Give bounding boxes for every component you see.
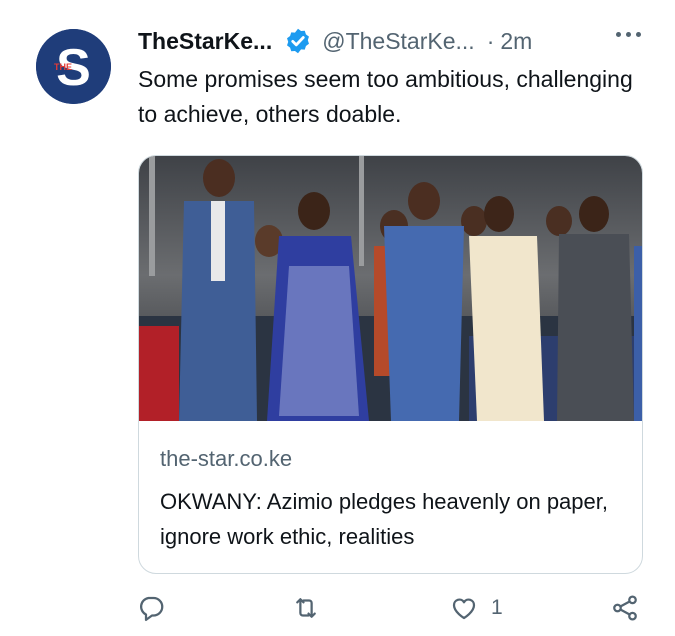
card-image bbox=[139, 156, 642, 421]
more-icon bbox=[616, 32, 621, 37]
tweet-header: TheStarKe... @TheStarKe... · 2m bbox=[138, 24, 651, 58]
like-button[interactable]: 1 bbox=[449, 593, 503, 623]
avatar-small-text: THE bbox=[54, 62, 72, 72]
share-icon bbox=[613, 595, 637, 621]
tweet-text: Some promises seem too ambitious, challe… bbox=[138, 66, 633, 127]
display-name[interactable]: TheStarKe... bbox=[138, 28, 272, 55]
retweet-button[interactable] bbox=[291, 593, 333, 623]
thestar-logo: S THE bbox=[36, 29, 111, 104]
avatar[interactable]: S THE bbox=[36, 29, 111, 104]
retweet-icon bbox=[296, 598, 316, 618]
link-card[interactable]: the-star.co.ke OKWANY: Azimio pledges he… bbox=[138, 155, 643, 574]
separator-dot: · bbox=[486, 27, 495, 54]
like-icon bbox=[452, 598, 476, 620]
reply-icon bbox=[139, 596, 164, 621]
user-handle[interactable]: @TheStarKe... bbox=[322, 28, 474, 55]
card-title: OKWANY: Azimio pledges heavenly on paper… bbox=[160, 489, 608, 549]
timestamp[interactable]: 2m bbox=[500, 28, 532, 55]
reply-button[interactable] bbox=[136, 593, 178, 623]
tweet-actions: 1 bbox=[136, 593, 646, 631]
more-options-button[interactable] bbox=[616, 32, 641, 37]
share-button[interactable] bbox=[610, 593, 640, 623]
verified-badge-icon bbox=[287, 28, 310, 54]
card-domain: the-star.co.ke bbox=[160, 446, 293, 471]
like-count: 1 bbox=[491, 596, 503, 619]
